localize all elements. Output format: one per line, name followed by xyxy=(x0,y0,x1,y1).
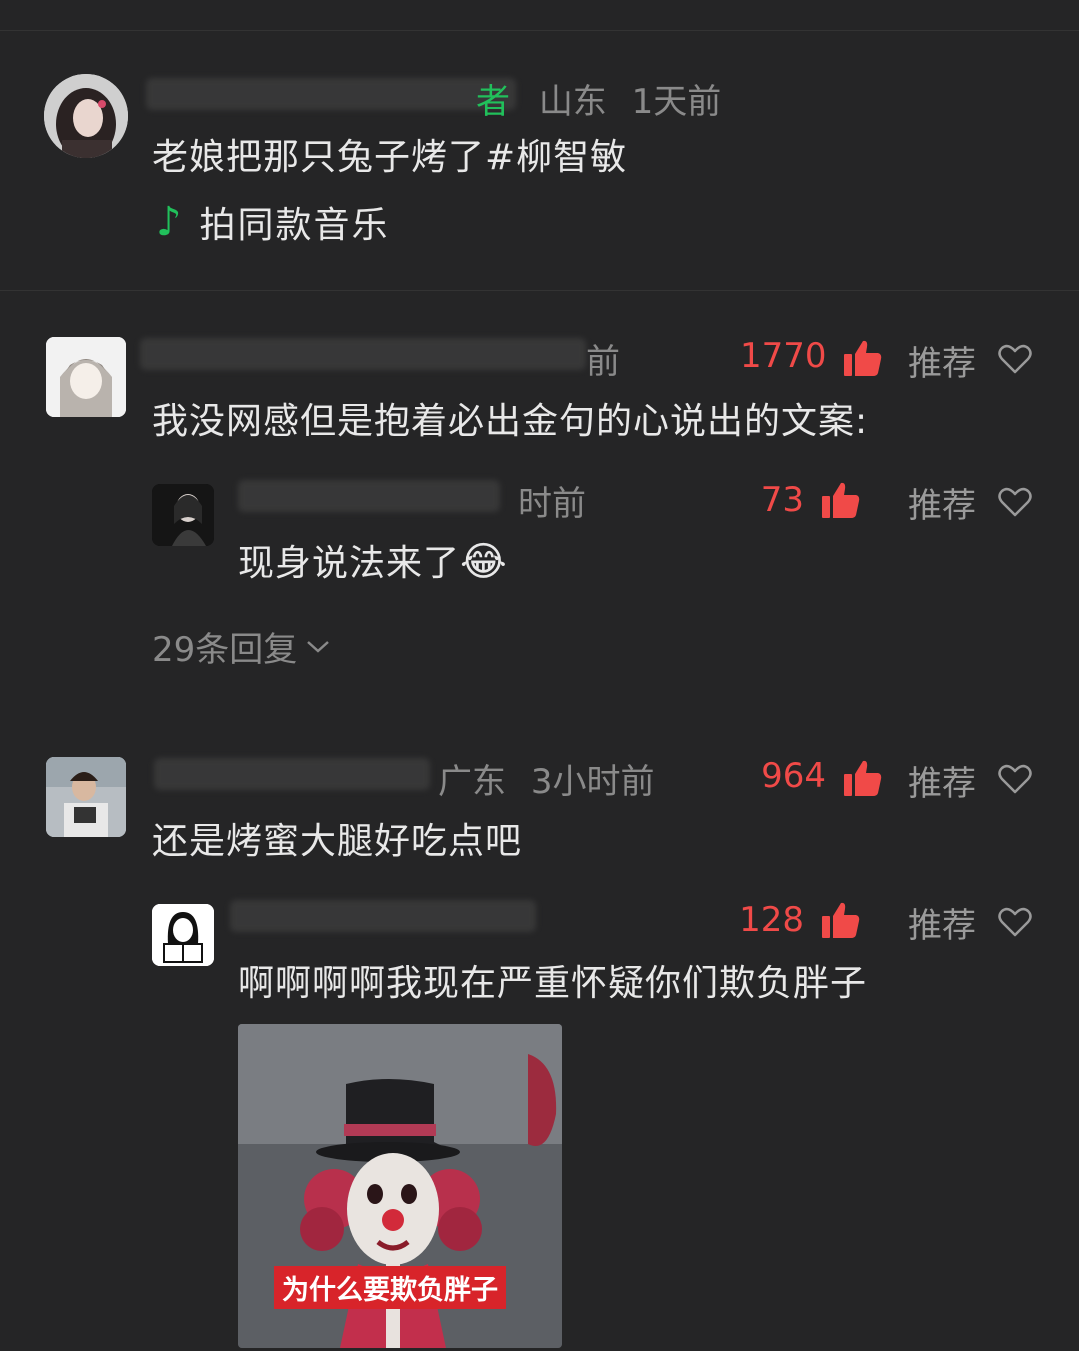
recommend-button[interactable]: 推荐 xyxy=(908,478,976,527)
reply-text: 啊啊啊啊我现在严重怀疑你们欺负胖子 xyxy=(238,963,868,1004)
recommend-button[interactable]: 推荐 xyxy=(908,898,976,947)
reply-author-redacted xyxy=(238,480,500,512)
section-divider xyxy=(0,290,1079,291)
recommend-button[interactable]: 推荐 xyxy=(908,756,976,805)
heart-icon[interactable] xyxy=(998,763,1032,795)
heart-icon[interactable] xyxy=(998,906,1032,938)
meme-caption: 为什么要欺负胖子 xyxy=(274,1266,506,1309)
use-music-button[interactable]: ♪ 拍同款音乐 xyxy=(156,196,390,248)
comment-text: 还是烤蜜大腿好吃点吧 xyxy=(152,821,523,862)
comment-text: 我没网感但是抱着必出金句的心说出的文案: xyxy=(152,401,869,442)
comment-avatar[interactable] xyxy=(46,337,126,417)
post-body: 老娘把那只兔子烤了 xyxy=(152,137,486,178)
author-tag: 者 xyxy=(476,82,510,122)
use-music-label: 拍同款音乐 xyxy=(199,205,390,246)
comment-time: 前 xyxy=(586,342,620,382)
chevron-down-icon xyxy=(305,639,331,655)
post-time: 1天前 xyxy=(631,82,722,122)
reply-meme-image[interactable]: 为什么要欺负胖子 xyxy=(238,1024,562,1348)
thumbs-up-icon[interactable] xyxy=(820,480,860,520)
thumbs-up-icon[interactable] xyxy=(820,900,860,940)
thumbs-up-icon[interactable] xyxy=(842,338,882,378)
comment-author-redacted xyxy=(140,338,586,370)
comment-meta: 广东 3小时前 xyxy=(438,754,654,803)
comment-time: 3小时前 xyxy=(530,762,655,802)
laughing-emoji-icon: 😂 xyxy=(460,539,508,585)
reply-time: 时前 xyxy=(518,484,586,524)
heart-icon[interactable] xyxy=(998,343,1032,375)
recommend-button[interactable]: 推荐 xyxy=(908,336,976,385)
like-count: 964 xyxy=(761,756,826,796)
reply-like-count: 128 xyxy=(739,900,804,940)
post-location: 山东 xyxy=(538,82,607,122)
reply-body: 现身说法来了 xyxy=(238,543,461,584)
reply-avatar[interactable] xyxy=(152,484,214,546)
post-hashtag[interactable]: #柳智敏 xyxy=(485,137,627,178)
reply-like-count: 73 xyxy=(760,480,804,520)
reply-text: 现身说法来了😂 xyxy=(238,534,508,586)
post-meta: 者 山东 1天前 xyxy=(476,74,721,123)
comment-avatar[interactable] xyxy=(46,757,126,837)
like-count: 1770 xyxy=(740,336,827,376)
post-author-avatar[interactable] xyxy=(44,74,128,158)
reply-avatar[interactable] xyxy=(152,904,214,966)
thumbs-up-icon[interactable] xyxy=(842,758,882,798)
top-divider xyxy=(0,30,1079,31)
heart-icon[interactable] xyxy=(998,486,1032,518)
replies-count-label: 29条回复 xyxy=(152,630,298,670)
reply-author-redacted xyxy=(230,900,536,932)
comment-author-redacted xyxy=(154,758,430,790)
comment-location: 广东 xyxy=(438,762,506,802)
post-author-name-redacted xyxy=(146,78,516,110)
music-note-icon: ♪ xyxy=(156,199,182,245)
post-text: 老娘把那只兔子烤了#柳智敏 xyxy=(152,128,627,180)
view-replies-button[interactable]: 29条回复 xyxy=(152,622,331,671)
